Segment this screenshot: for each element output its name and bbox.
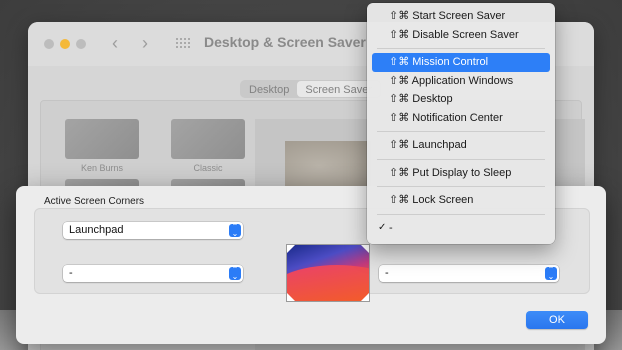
- window-title: Desktop & Screen Saver: [204, 34, 366, 50]
- corner-marker-icon: [361, 293, 369, 301]
- top-left-corner-popup[interactable]: Launchpad ⌃ ⌄: [63, 222, 243, 239]
- screensaver-thumb-classic[interactable]: [171, 119, 245, 159]
- close-window-button[interactable]: [44, 39, 54, 49]
- corner-action-menu: ⇧⌘ Start Screen Saver ⇧⌘ Disable Screen …: [367, 3, 555, 244]
- popup-value: -: [69, 267, 73, 279]
- menu-item-label: -: [389, 221, 393, 234]
- tab-segmented-control: Desktop Screen Saver: [240, 80, 382, 98]
- ok-button[interactable]: OK: [526, 311, 588, 329]
- tab-desktop[interactable]: Desktop: [241, 81, 297, 97]
- menu-item-launchpad[interactable]: ⇧⌘ Launchpad: [372, 136, 550, 155]
- preview-image: [285, 141, 371, 191]
- show-all-grid-icon[interactable]: [176, 38, 190, 49]
- menu-item-none[interactable]: ✓ -: [372, 219, 550, 238]
- menu-separator: [377, 213, 545, 215]
- chevron-up-down-icon: ⌃ ⌄: [229, 266, 241, 280]
- screensaver-label: Classic: [193, 163, 223, 173]
- sheet-title: Active Screen Corners: [44, 196, 145, 207]
- minimize-window-button[interactable]: [60, 39, 70, 49]
- menu-item-put-display-to-sleep[interactable]: ⇧⌘ Put Display to Sleep: [372, 164, 550, 183]
- menu-separator: [377, 131, 545, 132]
- popup-value: -: [385, 267, 389, 279]
- zoom-window-button[interactable]: [76, 39, 86, 49]
- screen-preview-thumbnail: [286, 244, 370, 302]
- screensaver-thumb-ken-burns[interactable]: [65, 119, 139, 159]
- menu-item-mission-control[interactable]: ⇧⌘ Mission Control: [372, 53, 550, 72]
- menu-item-lock-screen[interactable]: ⇧⌘ Lock Screen: [372, 191, 550, 210]
- chevron-up-down-icon: ⌃ ⌄: [229, 223, 241, 237]
- wallpaper-wave: [287, 265, 369, 301]
- back-arrow-icon[interactable]: ‹: [112, 33, 118, 53]
- corner-marker-icon: [287, 293, 295, 301]
- checkmark-icon: ✓: [378, 221, 387, 233]
- menu-item-notification-center[interactable]: ⇧⌘ Notification Center: [372, 109, 550, 128]
- menu-separator: [377, 186, 545, 187]
- forward-arrow-icon[interactable]: ›: [142, 33, 148, 53]
- screensaver-label: Ken Burns: [80, 163, 124, 173]
- menu-separator: [377, 48, 545, 49]
- menu-item-application-windows[interactable]: ⇧⌘ Application Windows: [372, 72, 550, 91]
- bottom-left-corner-popup[interactable]: - ⌃ ⌄: [63, 265, 243, 282]
- popup-value: Launchpad: [69, 224, 124, 236]
- bottom-right-corner-popup[interactable]: - ⌃ ⌄: [379, 265, 559, 282]
- menu-item-start-screen-saver[interactable]: ⇧⌘ Start Screen Saver: [372, 7, 550, 26]
- menu-item-desktop[interactable]: ⇧⌘ Desktop: [372, 90, 550, 109]
- corner-marker-icon: [361, 245, 369, 253]
- menu-item-disable-screen-saver[interactable]: ⇧⌘ Disable Screen Saver: [372, 26, 550, 45]
- corner-marker-icon: [287, 245, 295, 253]
- menu-separator: [377, 158, 545, 160]
- chevron-up-down-icon: ⌃ ⌄: [545, 266, 557, 280]
